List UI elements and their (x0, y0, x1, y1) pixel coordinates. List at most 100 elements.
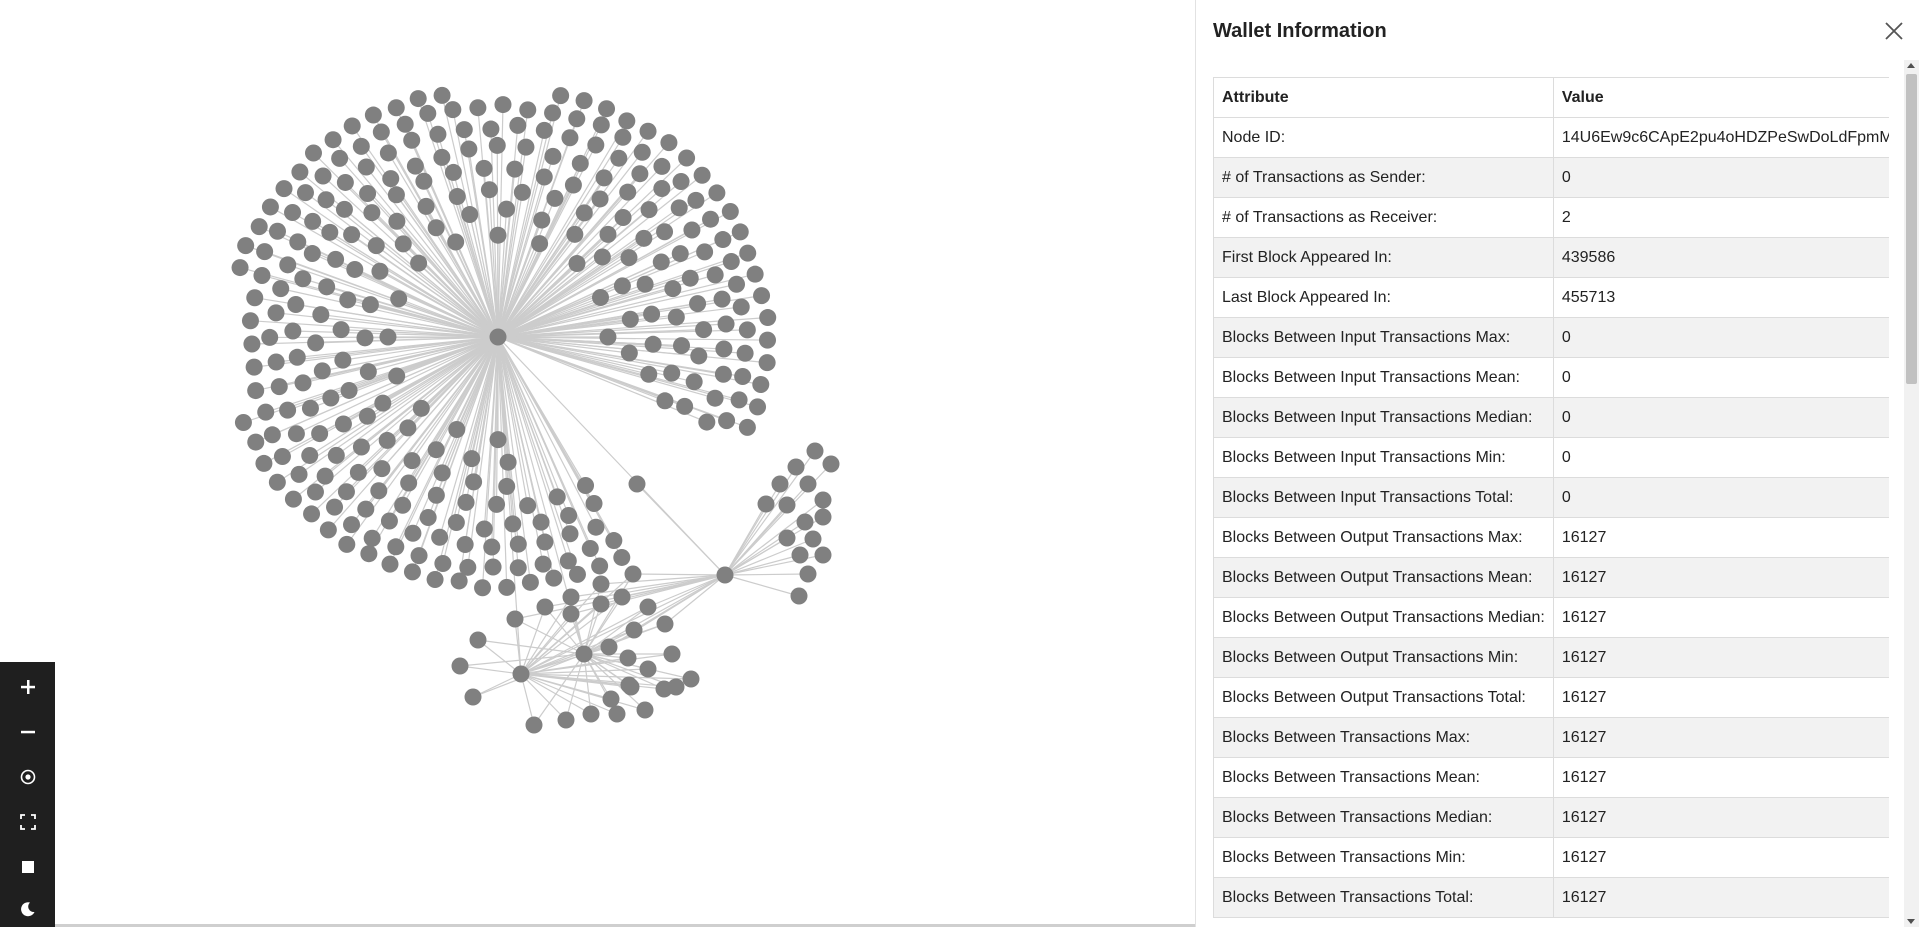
graph-node[interactable] (312, 306, 329, 323)
graph-node[interactable] (326, 499, 343, 516)
graph-node[interactable] (500, 454, 517, 471)
graph-node[interactable] (434, 87, 451, 104)
graph-node[interactable] (715, 341, 732, 358)
graph-node[interactable] (510, 559, 527, 576)
graph-node[interactable] (325, 131, 342, 148)
scroll-up-arrow[interactable] (1907, 63, 1915, 68)
graph-node[interactable] (536, 534, 553, 551)
graph-node[interactable] (698, 414, 715, 431)
graph-node[interactable] (498, 201, 515, 218)
graph-node[interactable] (363, 204, 380, 221)
graph-node[interactable] (561, 129, 578, 146)
graph-node[interactable] (297, 184, 314, 201)
graph-node[interactable] (410, 255, 427, 272)
graph-node[interactable] (631, 165, 648, 182)
graph-node[interactable] (596, 169, 613, 186)
graph-node[interactable] (593, 596, 610, 613)
graph-node[interactable] (598, 100, 615, 117)
graph-node[interactable] (404, 525, 421, 542)
graph-node[interactable] (256, 243, 273, 260)
graph-node[interactable] (536, 169, 553, 186)
graph-node[interactable] (610, 150, 627, 167)
graph-node[interactable] (456, 121, 473, 138)
graph-node[interactable] (572, 155, 589, 172)
graph-node[interactable] (805, 531, 822, 548)
graph-node[interactable] (302, 400, 319, 417)
graph-node[interactable] (672, 245, 689, 262)
graph-node[interactable] (582, 540, 599, 557)
graph-node[interactable] (653, 180, 670, 197)
graph-node[interactable] (253, 267, 270, 284)
graph-node[interactable] (320, 521, 337, 538)
graph-node[interactable] (481, 181, 498, 198)
graph-node[interactable] (494, 96, 511, 113)
graph-node[interactable] (533, 514, 550, 531)
graph-node[interactable] (483, 538, 500, 555)
graph-node[interactable] (262, 198, 279, 215)
graph-node[interactable] (696, 243, 713, 260)
graph-node[interactable] (779, 530, 796, 547)
graph-node[interactable] (576, 204, 593, 221)
graph-node[interactable] (388, 213, 405, 230)
graph-node[interactable] (371, 263, 388, 280)
graph-node[interactable] (336, 201, 353, 218)
graph-node[interactable] (537, 599, 554, 616)
graph-node[interactable] (640, 123, 657, 140)
graph-node[interactable] (676, 398, 693, 415)
graph-node[interactable] (334, 352, 351, 369)
graph-node[interactable] (517, 139, 534, 156)
graph-node[interactable] (569, 566, 586, 583)
graph-node[interactable] (605, 532, 622, 549)
graph-node[interactable] (609, 706, 626, 723)
graph-node[interactable] (474, 579, 491, 596)
graph-node[interactable] (656, 681, 673, 698)
wallet-table-container[interactable]: Attribute Value Node ID:14U6Ew9c6CApE2pu… (1213, 77, 1889, 927)
graph-node[interactable] (335, 415, 352, 432)
graph-node[interactable] (360, 363, 377, 380)
graph-node[interactable] (445, 164, 462, 181)
graph-node[interactable] (707, 266, 724, 283)
graph-node[interactable] (732, 223, 749, 240)
graph-node[interactable] (368, 237, 385, 254)
graph-node[interactable] (673, 173, 690, 190)
graph-node[interactable] (304, 245, 321, 262)
graph-node[interactable] (601, 639, 618, 656)
graph-node[interactable] (314, 362, 331, 379)
graph-node[interactable] (344, 117, 361, 134)
graph-node[interactable] (463, 450, 480, 467)
graph-node[interactable] (657, 616, 674, 633)
graph-node[interactable] (563, 589, 580, 606)
graph-node[interactable] (614, 589, 631, 606)
graph-node[interactable] (788, 459, 805, 476)
graph-node[interactable] (664, 280, 681, 297)
graph-node[interactable] (656, 223, 673, 240)
graph-node[interactable] (689, 295, 706, 312)
graph-node[interactable] (694, 167, 711, 184)
graph-node[interactable] (583, 706, 600, 723)
graph-node[interactable] (759, 309, 776, 326)
graph-node[interactable] (552, 87, 569, 104)
graph-node[interactable] (379, 432, 396, 449)
graph-node[interactable] (427, 571, 444, 588)
graph-node[interactable] (645, 336, 662, 353)
graph-node[interactable] (410, 90, 427, 107)
graph-node[interactable] (418, 198, 435, 215)
graph-node[interactable] (544, 104, 561, 121)
graph-node[interactable] (272, 280, 289, 297)
graph-node[interactable] (683, 221, 700, 238)
graph-node[interactable] (476, 521, 493, 538)
graph-node[interactable] (546, 190, 563, 207)
graph-node[interactable] (815, 509, 832, 526)
graph-node[interactable] (343, 226, 360, 243)
graph-node[interactable] (318, 278, 335, 295)
graph-node[interactable] (482, 121, 499, 138)
graph-node[interactable] (533, 212, 550, 229)
graph-node[interactable] (411, 547, 428, 564)
graph-node[interactable] (381, 513, 398, 530)
graph-node[interactable] (288, 425, 305, 442)
graph-node[interactable] (614, 277, 631, 294)
graph-node[interactable] (356, 329, 373, 346)
graph-node[interactable] (381, 556, 398, 573)
graph-node[interactable] (620, 249, 637, 266)
graph-node[interactable] (243, 336, 260, 353)
